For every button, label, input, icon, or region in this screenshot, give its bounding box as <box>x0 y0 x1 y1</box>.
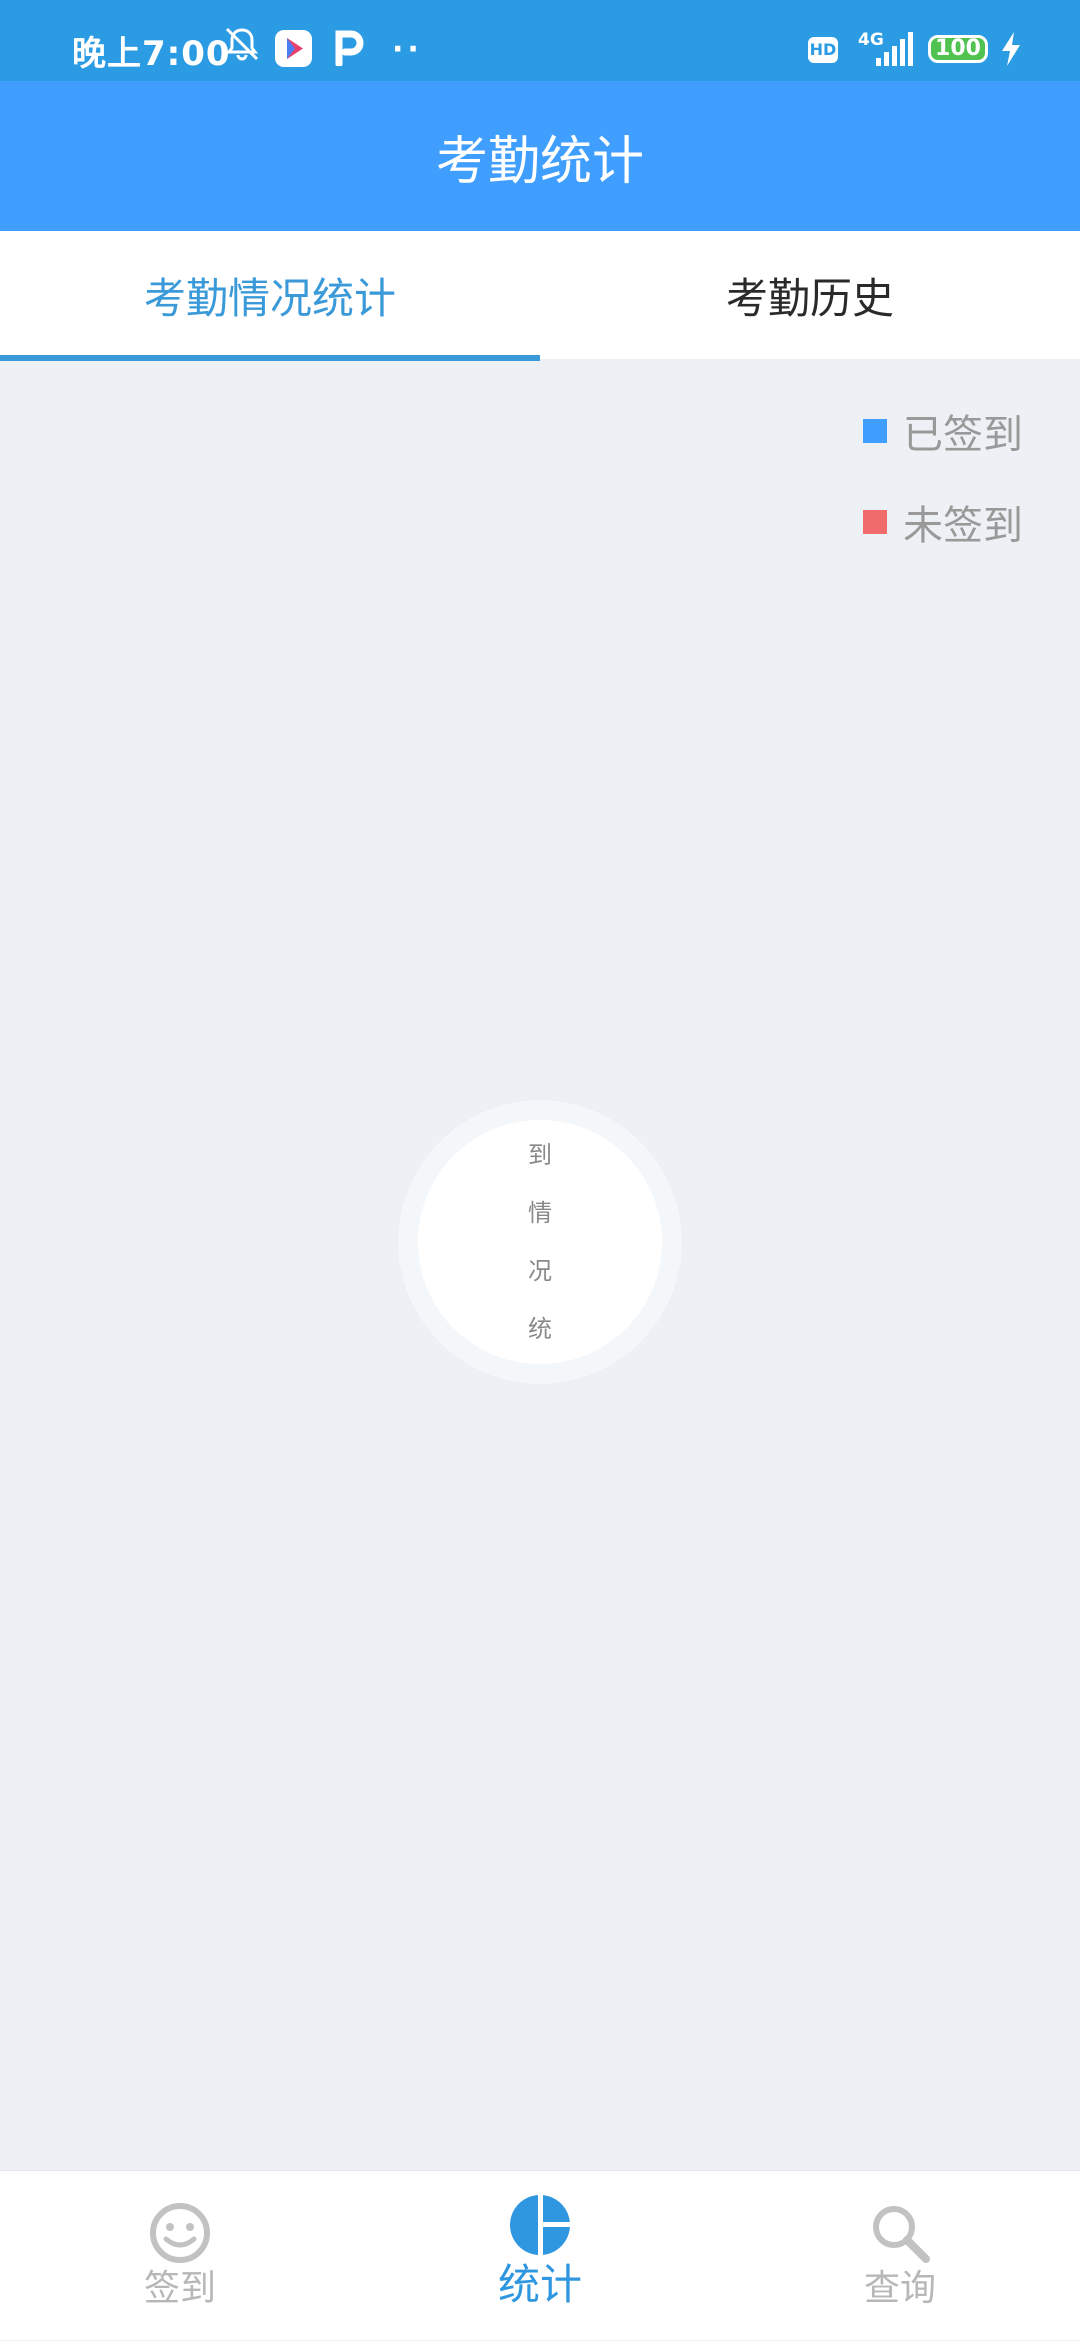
tab-attendance-stats[interactable]: 考勤情况统计 <box>0 231 540 361</box>
hd-badge: HD <box>808 37 838 63</box>
legend-label-signed: 已签到 <box>903 412 1023 458</box>
legend-item-signed: 已签到 <box>863 402 1023 460</box>
center-char-1: 到 <box>528 1141 552 1169</box>
nav-label-query: 查询 <box>863 2268 936 2309</box>
signal-icon <box>876 32 913 66</box>
bell-muted-icon <box>225 27 259 61</box>
legend-item-unsigned: 未签到 <box>863 493 1023 551</box>
status-time: 晚上7:00 <box>72 34 231 74</box>
legend-label-unsigned: 未签到 <box>903 503 1023 549</box>
center-char-4: 统 <box>528 1315 552 1343</box>
tab-bar: 考勤情况统计 考勤历史 <box>0 231 1080 361</box>
legend-swatch-signed <box>863 419 887 443</box>
legend-swatch-unsigned <box>863 510 887 534</box>
more-dots-icon: ·· <box>392 32 423 67</box>
charging-icon <box>1002 32 1020 66</box>
nav-item-checkin[interactable]: 签到 <box>0 2171 360 2341</box>
donut-center: 到 情 况 统 <box>418 1120 662 1364</box>
nav-item-stats[interactable]: 统计 <box>360 2171 720 2341</box>
smile-icon <box>150 2203 210 2263</box>
battery-icon: 100 <box>928 35 988 63</box>
center-char-2: 情 <box>528 1199 552 1227</box>
app-header: 考勤统计 <box>0 81 1080 231</box>
status-bar: 晚上7:00 ·· HD 4G 100 <box>0 0 1080 81</box>
nav-item-query[interactable]: 查询 <box>720 2171 1080 2341</box>
p-app-icon <box>335 30 364 66</box>
tab-attendance-history[interactable]: 考勤历史 <box>540 231 1080 359</box>
bottom-nav: 签到 统计 查询 <box>0 2170 1080 2340</box>
center-char-3: 况 <box>528 1257 552 1285</box>
pie-chart-icon <box>510 2193 572 2257</box>
attendance-donut-chart: 到 情 况 统 <box>398 1100 682 1384</box>
nav-label-checkin: 签到 <box>143 2268 216 2309</box>
search-icon <box>873 2206 930 2263</box>
play-icon <box>275 30 312 67</box>
nav-label-stats: 统计 <box>497 2260 582 2309</box>
page-title: 考勤统计 <box>435 131 644 192</box>
